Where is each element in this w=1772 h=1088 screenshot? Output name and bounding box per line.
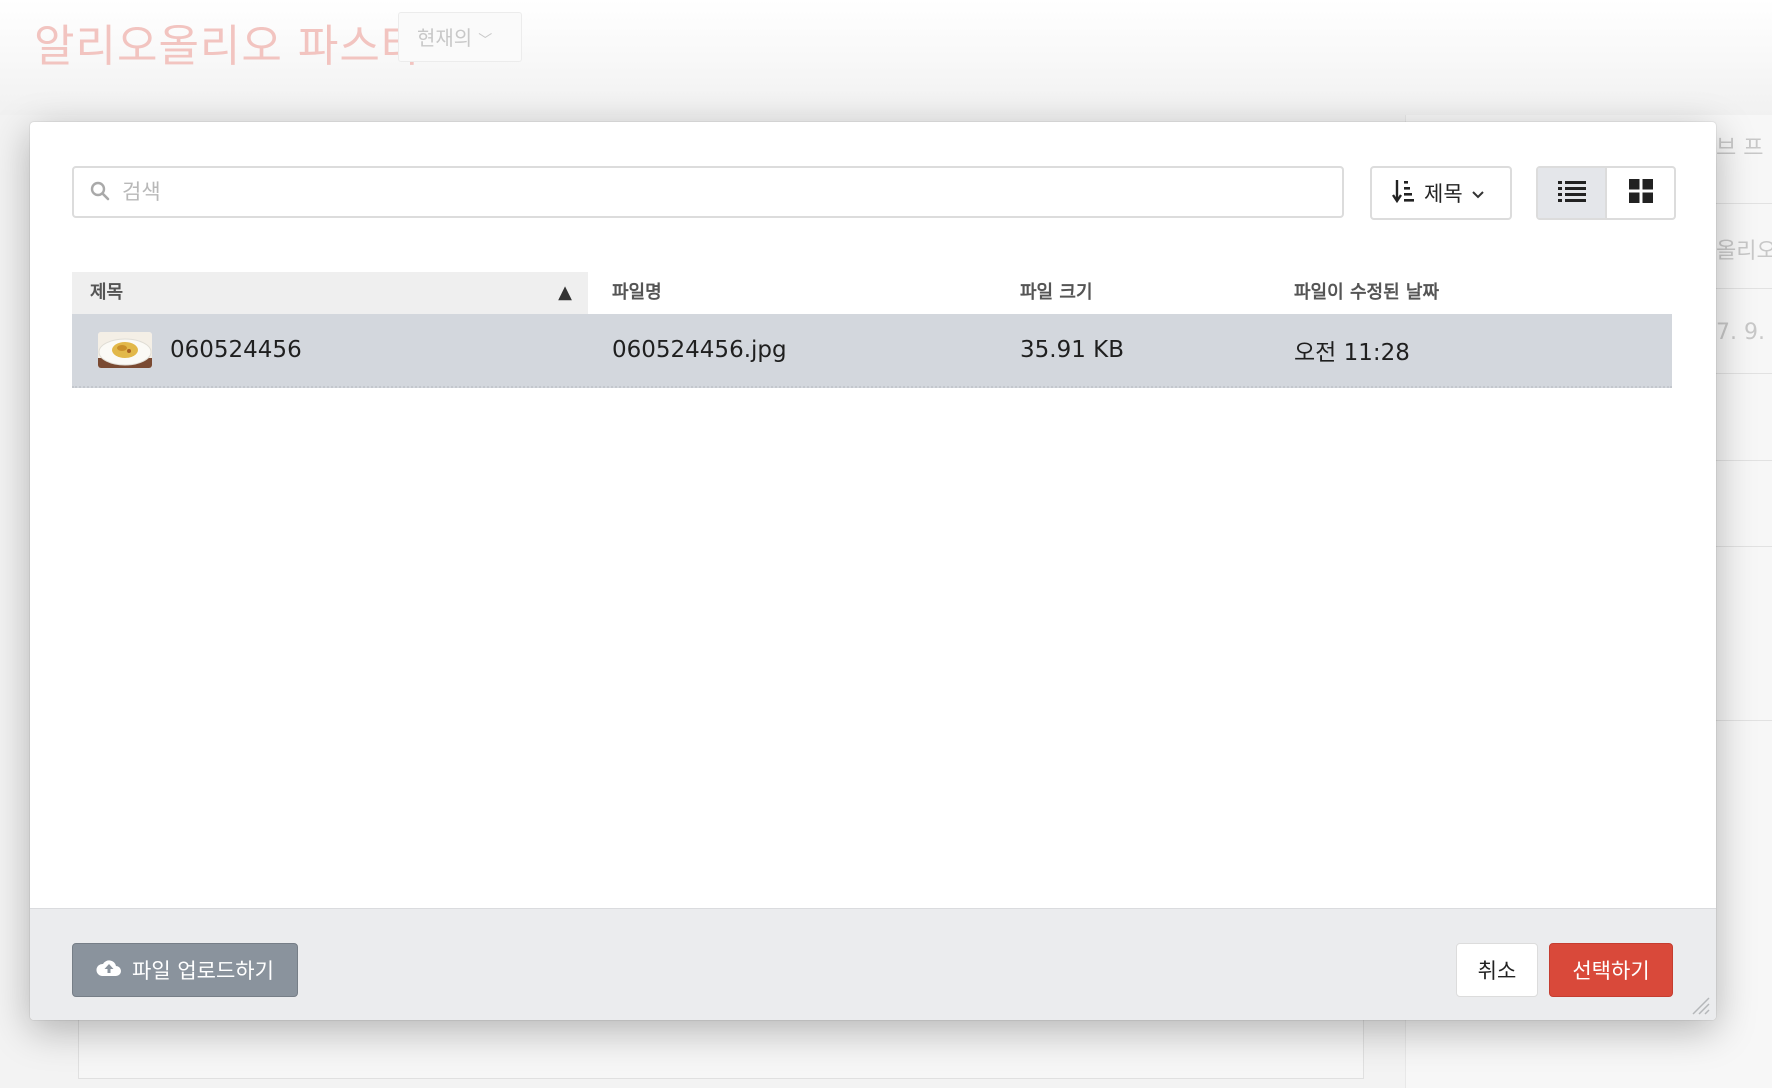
column-header-label: 파일 크기 [1020, 282, 1093, 303]
background-content-box [78, 1012, 1364, 1079]
column-header-label: 파일명 [612, 282, 662, 303]
cell-title: 060524456 [72, 332, 588, 368]
background-side-text: 브 프 [1716, 136, 1764, 161]
table-row[interactable]: 060524456 060524456.jpg 35.91 KB 오전 11:2… [72, 314, 1672, 388]
search-input[interactable] [120, 169, 1342, 215]
resize-handle-icon[interactable] [1688, 993, 1710, 1015]
grid-view-button[interactable] [1607, 168, 1674, 218]
chevron-down-icon: ﹀ [478, 33, 493, 49]
revision-dropdown-label: 현재의 [417, 26, 473, 50]
cell-filename: 060524456.jpg [612, 337, 787, 363]
background-side-text: 7. 9. [1716, 320, 1765, 345]
column-header-label: 제목 [90, 282, 124, 303]
cell-modified: 오전 11:28 [1294, 340, 1410, 366]
list-view-button[interactable] [1538, 168, 1607, 218]
sort-dropdown-button[interactable]: 제목 [1370, 166, 1512, 220]
sort-ascending-icon: ▲ [558, 282, 572, 303]
modal-footer: 파일 업로드하기 취소 선택하기 [30, 908, 1716, 1020]
upload-file-label: 파일 업로드하기 [132, 959, 274, 983]
search-box [72, 166, 1344, 218]
select-button[interactable]: 선택하기 [1549, 943, 1673, 997]
chevron-down-icon [1471, 181, 1485, 205]
file-table: 제목 ▲ 파일명 파일 크기 파일이 수정된 날짜 060524456 0605… [72, 272, 1672, 388]
column-header-modified[interactable]: 파일이 수정된 날짜 [1276, 272, 1672, 314]
file-title: 060524456 [170, 337, 302, 363]
view-toggle [1536, 166, 1676, 220]
file-picker-modal: 제목 [30, 122, 1716, 1020]
grid-icon [1628, 179, 1653, 207]
background-side-text: 올리오 [1716, 239, 1772, 264]
background-header: 알리오올리오 파스타 현재의 ﹀ [0, 0, 1772, 115]
page-title: 알리오올리오 파스타 [34, 21, 423, 72]
sort-amount-icon [1392, 178, 1416, 209]
cloud-upload-icon [96, 958, 122, 983]
table-header: 제목 ▲ 파일명 파일 크기 파일이 수정된 날짜 [72, 272, 1672, 314]
revision-dropdown[interactable]: 현재의 ﹀ [398, 12, 522, 62]
cancel-button[interactable]: 취소 [1456, 943, 1538, 997]
column-header-filename[interactable]: 파일명 [588, 272, 1000, 314]
column-header-title[interactable]: 제목 ▲ [72, 272, 588, 314]
file-thumbnail [98, 332, 152, 368]
list-icon [1557, 179, 1586, 207]
column-header-size[interactable]: 파일 크기 [1000, 272, 1276, 314]
upload-file-button[interactable]: 파일 업로드하기 [72, 943, 298, 997]
cell-size: 35.91 KB [1020, 337, 1125, 363]
column-header-label: 파일이 수정된 날짜 [1294, 282, 1440, 303]
sort-label: 제목 [1424, 182, 1463, 206]
search-icon [90, 181, 112, 203]
